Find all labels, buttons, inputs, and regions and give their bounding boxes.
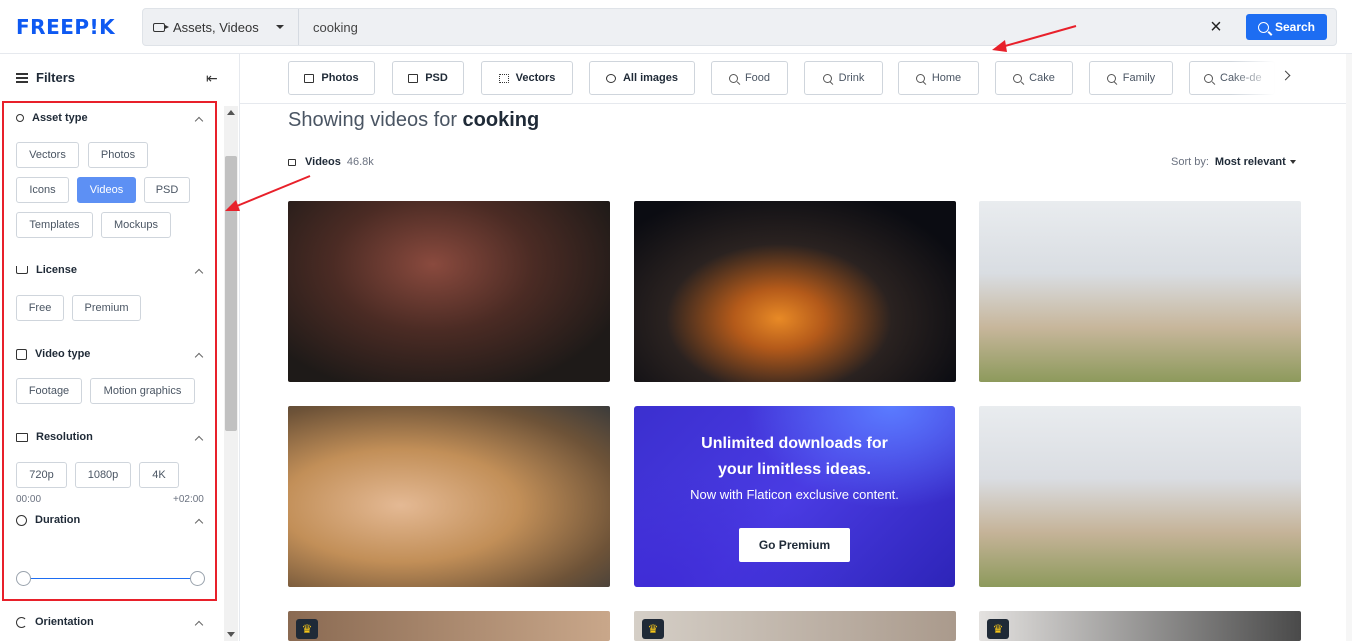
filters-sliders-icon <box>16 72 28 83</box>
promo-subline: Now with Flaticon exclusive content. <box>690 487 899 502</box>
caret-down-icon <box>1289 160 1296 165</box>
results-count: 46.8k <box>346 156 374 168</box>
tag-all-images[interactable]: All images <box>589 61 695 95</box>
tag-label: All images <box>622 72 679 84</box>
tag-label: PSD <box>425 72 448 84</box>
filters-title: Filters <box>36 70 76 85</box>
tag-label: Cake <box>1029 72 1055 84</box>
tag-family[interactable]: Family <box>1089 61 1173 95</box>
search-icon <box>822 73 832 83</box>
sort-by-dropdown[interactable]: Sort by: Most relevant <box>1171 156 1296 168</box>
go-premium-button[interactable]: Go Premium <box>739 528 850 562</box>
search-icon <box>915 73 925 83</box>
vectors-icon <box>498 73 509 83</box>
premium-promo-card: Unlimited downloads for your limitless i… <box>634 406 955 587</box>
tag-home[interactable]: Home <box>898 61 979 95</box>
promo-headline: Unlimited downloads for your limitless i… <box>701 435 888 478</box>
results-summary: Videos 46.8k <box>288 156 374 168</box>
tag-label: Photos <box>321 72 359 84</box>
tag-label: Food <box>744 72 771 84</box>
clear-search-icon[interactable]: × <box>1206 17 1226 37</box>
orientation-rotate-icon <box>16 616 27 628</box>
sort-value: Most relevant <box>1214 156 1286 168</box>
search-icon <box>1204 73 1213 83</box>
results-heading: Showing videos for cooking <box>288 109 539 132</box>
tag-photos[interactable]: Photos <box>288 61 375 95</box>
psd-icon <box>408 73 419 83</box>
orientation-header[interactable]: Orientation <box>16 616 94 628</box>
scrollbar-thumb[interactable] <box>225 156 237 431</box>
search-icon <box>1257 21 1269 33</box>
video-thumbnail[interactable] <box>979 406 1301 587</box>
top-header: FREEP!K Assets, Videos × Search <box>0 0 1352 54</box>
scroll-up-arrow-icon[interactable] <box>227 110 235 115</box>
video-thumbnail[interactable] <box>288 201 610 382</box>
chevron-right-icon[interactable] <box>1280 70 1291 81</box>
tag-scroll-fade <box>1230 59 1275 97</box>
tag-food[interactable]: Food <box>711 61 788 95</box>
tag-drink[interactable]: Drink <box>804 61 883 95</box>
sort-label: Sort by: <box>1171 156 1209 168</box>
tag-label: Family <box>1122 72 1156 84</box>
tag-label: Drink <box>838 72 865 84</box>
search-button[interactable]: Search <box>1246 14 1327 40</box>
search-icon <box>728 73 738 83</box>
tag-psd[interactable]: PSD <box>392 61 464 95</box>
video-thumbnail[interactable]: ♛ <box>288 611 610 641</box>
asset-type-selected: Assets, Videos <box>173 19 259 35</box>
related-tags-bar: Photos PSD Vectors All images Food Drink… <box>240 54 1352 104</box>
search-button-label: Search <box>1274 20 1316 34</box>
video-camera-icon <box>288 158 296 166</box>
caret-down-icon <box>276 25 284 29</box>
video-thumbnail[interactable] <box>979 201 1301 382</box>
all-images-icon <box>605 73 616 83</box>
video-camera-icon <box>153 22 169 32</box>
freepik-logo[interactable]: FREEP!K <box>16 15 115 39</box>
video-thumbnail[interactable]: ♛ <box>634 611 956 641</box>
search-icon <box>1013 73 1023 83</box>
premium-crown-icon: ♛ <box>987 619 1009 639</box>
tag-label: Home <box>931 72 962 84</box>
page-scrollbar[interactable] <box>1346 54 1352 641</box>
video-thumbnail[interactable] <box>634 201 956 382</box>
search-input[interactable] <box>313 9 1193 45</box>
results-label: Videos <box>305 156 341 168</box>
tag-label: Vectors <box>515 72 556 84</box>
annotation-highlight-box <box>2 101 217 601</box>
collapse-sidebar-icon[interactable]: ⇤ <box>206 70 218 87</box>
scroll-down-arrow-icon[interactable] <box>227 632 235 637</box>
sidebar-scrollbar[interactable] <box>224 106 238 641</box>
tag-cake[interactable]: Cake <box>995 61 1073 95</box>
search-bar: Assets, Videos × Search <box>142 8 1337 46</box>
orientation-title: Orientation <box>35 616 94 628</box>
asset-type-dropdown[interactable]: Assets, Videos <box>143 9 299 45</box>
search-icon <box>1106 73 1116 83</box>
filters-header: Filters <box>16 70 75 85</box>
premium-crown-icon: ♛ <box>296 619 318 639</box>
premium-crown-icon: ♛ <box>642 619 664 639</box>
video-thumbnail[interactable]: ♛ <box>979 611 1301 641</box>
results-heading-prefix: Showing videos for <box>288 109 457 131</box>
photo-icon <box>304 73 315 83</box>
results-heading-query: cooking <box>462 109 540 131</box>
tag-vectors[interactable]: Vectors <box>481 61 573 95</box>
video-thumbnail[interactable] <box>288 406 610 587</box>
